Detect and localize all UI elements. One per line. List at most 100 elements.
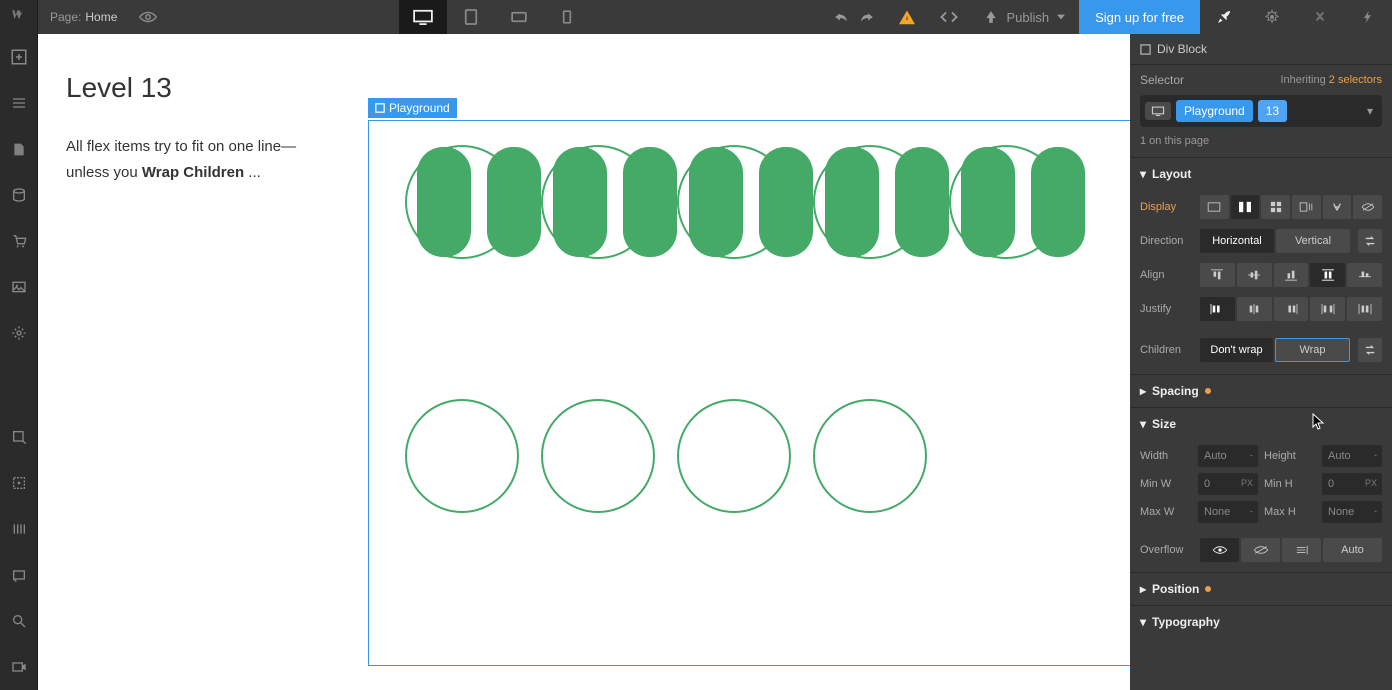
display-grid[interactable] [1261, 195, 1290, 219]
height-input[interactable]: Auto- [1322, 445, 1382, 467]
layout-section-header[interactable]: ▾Layout [1130, 157, 1392, 190]
inheriting-link[interactable]: 2 selectors [1329, 74, 1382, 86]
maxh-input[interactable]: None- [1322, 501, 1382, 523]
flex-target[interactable] [405, 399, 519, 513]
size-section-header[interactable]: ▾Size [1130, 407, 1392, 440]
mobile-landscape-breakpoint[interactable] [495, 0, 543, 34]
align-label: Align [1140, 269, 1192, 281]
page-name: Home [85, 10, 117, 24]
align-stretch[interactable] [1310, 263, 1345, 287]
flex-target[interactable] [541, 399, 655, 513]
publish-dropdown[interactable]: Publish [970, 0, 1079, 34]
display-block[interactable] [1200, 195, 1229, 219]
video-tutorial-button[interactable] [0, 644, 38, 690]
canvas[interactable]: Level 13 All flex items try to fit on on… [38, 34, 1130, 690]
justify-start[interactable] [1200, 297, 1235, 321]
maxh-label: Max H [1264, 506, 1316, 518]
publish-label: Publish [1006, 10, 1049, 25]
publish-icon [984, 10, 998, 24]
width-input[interactable]: Auto- [1198, 445, 1258, 467]
spacing-section-header[interactable]: ▸Spacing [1130, 374, 1392, 407]
display-label: Display [1140, 201, 1192, 213]
align-center[interactable] [1237, 263, 1272, 287]
minw-label: Min W [1140, 478, 1192, 490]
flex-item[interactable] [813, 145, 927, 259]
selector-label: Selector [1140, 73, 1184, 87]
signup-button[interactable]: Sign up for free [1079, 0, 1200, 34]
minw-input[interactable]: 0PX [1198, 473, 1258, 495]
wrap-reverse[interactable] [1358, 338, 1382, 362]
top-bar: Page: Home Publish Sign up for free [38, 0, 1392, 34]
add-element-button[interactable] [0, 34, 38, 80]
display-inline[interactable] [1323, 195, 1352, 219]
tablet-breakpoint[interactable] [447, 0, 495, 34]
audit-panel-button[interactable] [0, 414, 38, 460]
flex-target[interactable] [677, 399, 791, 513]
code-export-button[interactable] [928, 0, 970, 34]
style-manager-tab[interactable] [1296, 0, 1344, 34]
direction-reverse[interactable] [1358, 229, 1382, 253]
wrap-none[interactable]: Don't wrap [1200, 338, 1273, 362]
help-button[interactable] [0, 552, 38, 598]
flex-item[interactable] [949, 145, 1063, 259]
justify-around[interactable] [1347, 297, 1382, 321]
direction-vertical[interactable]: Vertical [1276, 229, 1350, 253]
assets-button[interactable] [0, 264, 38, 310]
selector-input[interactable]: Playground 13 ▾ [1140, 95, 1382, 127]
align-start[interactable] [1200, 263, 1235, 287]
webflow-logo[interactable] [0, 0, 38, 34]
justify-end[interactable] [1274, 297, 1309, 321]
level-description: All flex items try to fit on one line—un… [66, 134, 326, 185]
mobile-portrait-breakpoint[interactable] [543, 0, 591, 34]
flex-item[interactable] [541, 145, 655, 259]
justify-center[interactable] [1237, 297, 1272, 321]
desktop-breakpoint[interactable] [399, 0, 447, 34]
playground-element[interactable]: Playground [368, 120, 1138, 666]
undo-button[interactable] [822, 0, 860, 34]
navigator-button[interactable] [0, 80, 38, 126]
overflow-hidden[interactable] [1241, 538, 1280, 562]
issues-warning-icon[interactable] [886, 0, 928, 34]
element-type-row: Div Block [1130, 34, 1392, 65]
redo-button[interactable] [860, 0, 886, 34]
flex-item[interactable] [405, 145, 519, 259]
chevron-down-icon [1057, 14, 1065, 20]
grid-overlay-button[interactable] [0, 506, 38, 552]
class-chip[interactable]: Playground [1176, 100, 1253, 122]
xray-button[interactable] [0, 460, 38, 506]
minh-input[interactable]: 0PX [1322, 473, 1382, 495]
preview-toggle[interactable] [129, 0, 167, 34]
selector-dropdown[interactable]: ▾ [1363, 104, 1377, 118]
overflow-scroll[interactable] [1282, 538, 1321, 562]
style-tab[interactable] [1200, 0, 1248, 34]
flex-item[interactable] [677, 145, 791, 259]
pages-button[interactable] [0, 126, 38, 172]
wrap-children[interactable]: Wrap [1275, 338, 1350, 362]
div-block-icon [1140, 44, 1151, 55]
overflow-auto[interactable]: Auto [1323, 538, 1382, 562]
typography-section-header[interactable]: ▾Typography [1130, 605, 1392, 638]
maxw-input[interactable]: None- [1198, 501, 1258, 523]
direction-horizontal[interactable]: Horizontal [1200, 229, 1274, 253]
justify-between[interactable] [1310, 297, 1345, 321]
style-panel: Div Block Selector Inheriting 2 selector… [1130, 34, 1392, 690]
interactions-tab[interactable] [1344, 0, 1392, 34]
settings-button[interactable] [0, 310, 38, 356]
display-none[interactable] [1353, 195, 1382, 219]
settings-tab[interactable] [1248, 0, 1296, 34]
align-end[interactable] [1274, 263, 1309, 287]
selector-count-hint: 1 on this page [1130, 135, 1392, 157]
overflow-visible[interactable] [1200, 538, 1239, 562]
position-section-header[interactable]: ▸Position [1130, 572, 1392, 605]
page-selector[interactable]: Page: Home [38, 0, 129, 34]
search-button[interactable] [0, 598, 38, 644]
children-label: Children [1140, 344, 1192, 356]
display-inline-block[interactable] [1292, 195, 1321, 219]
selected-element-tag: Playground [368, 98, 457, 118]
flex-target[interactable] [813, 399, 927, 513]
align-baseline[interactable] [1347, 263, 1382, 287]
class-chip[interactable]: 13 [1258, 100, 1287, 122]
cms-button[interactable] [0, 172, 38, 218]
ecommerce-button[interactable] [0, 218, 38, 264]
display-flex[interactable] [1231, 195, 1260, 219]
